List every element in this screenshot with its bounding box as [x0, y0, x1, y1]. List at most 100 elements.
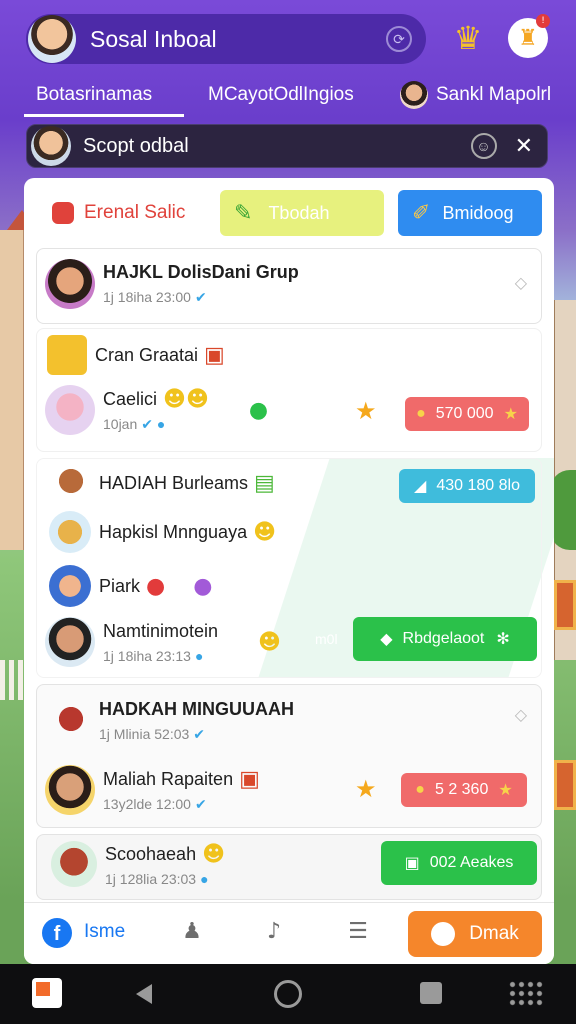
reward-pill[interactable]: ◢ 430 180 8lo — [399, 469, 535, 503]
thread-timestamp: 1j 18iha 23:00 — [103, 289, 191, 305]
thread-card[interactable]: HADKAH MINGUUAAH 1j Mlinia 52:03 ✔ ◇ Mali… — [36, 684, 542, 828]
app-shortcut-icon[interactable] — [32, 978, 62, 1008]
thread-name: Maliah Rapaiten — [103, 769, 234, 789]
crown-icon[interactable]: ♛ — [448, 18, 488, 58]
avatar — [45, 259, 95, 309]
chat-icon — [431, 922, 456, 946]
emoji-icon[interactable]: ☺ — [470, 133, 497, 159]
fence — [0, 660, 24, 700]
tab-profile[interactable]: Sankl Mapolrl — [400, 76, 551, 114]
action-row: Erenal Salic ✎ Tbodah ✐ Bmidoog — [24, 190, 554, 238]
avatar — [51, 841, 97, 887]
reward-pill[interactable]: ● 5 2 360 ★ — [401, 773, 527, 807]
verified-icon: ✔ — [194, 796, 207, 812]
reward-pill[interactable]: ◆ Rbdgelaoot ✻ — [353, 617, 537, 661]
coin-icon: ● — [416, 405, 426, 422]
grid-menu-icon[interactable] — [508, 980, 544, 1008]
thread-name: Piark — [99, 575, 141, 596]
reward-value: 002 Aeakes — [429, 854, 514, 871]
reward-pill[interactable]: ▣ 002 Aeakes — [381, 841, 537, 885]
notification-badge: ! — [536, 14, 550, 28]
sync-icon[interactable]: ⟳ — [386, 26, 412, 52]
thread-timestamp: 1j 128lia 23:03 — [105, 870, 197, 887]
facebook-icon[interactable]: f — [42, 918, 72, 948]
blue-action-button[interactable]: ✐ Bmidoog — [398, 190, 542, 236]
active-tab-indicator — [24, 114, 184, 117]
coin-icon: ● — [415, 781, 425, 798]
search-avatar — [31, 126, 71, 166]
badge-icon: ● — [193, 573, 213, 599]
star-icon: ★ — [503, 406, 518, 423]
verified-icon: ✔ — [193, 726, 206, 742]
people-icon[interactable]: ♟ — [178, 919, 206, 947]
filter-label[interactable]: Erenal Salic — [52, 202, 185, 224]
avatar — [49, 565, 91, 607]
verified-icon: ✔ ● — [141, 416, 166, 432]
thread-card[interactable]: Cran Graatai ▣ Caelici ☻☻ 10jan ✔ ● ● ★ ● … — [36, 328, 542, 452]
tab-secondary[interactable]: MCayotOdlIngios — [208, 76, 354, 114]
notification-button[interactable]: ♜ ! — [508, 14, 550, 58]
diamond-icon[interactable]: ◇ — [515, 705, 527, 725]
gift-icon: ▣ — [404, 855, 420, 872]
angry-icon: ● — [146, 573, 166, 599]
thread-row: Namtinimotein 1j 18iha 23:13 ● ☻ — [45, 617, 281, 667]
bell-icon: ♜ — [518, 25, 538, 51]
thread-row: Hapkisl Mnnguaya ☻ — [49, 511, 276, 553]
ticket-icon: ◢ — [414, 478, 427, 495]
cta-label: Dmak — [469, 923, 519, 944]
badge-icon: ● — [248, 397, 269, 423]
yellow-action-label: Tbodah — [268, 202, 330, 223]
user-avatar[interactable] — [28, 15, 76, 63]
thread-row: HADIAH Burleams ▤ — [51, 463, 275, 503]
reward-pill[interactable]: ● 570 000 ★ — [405, 397, 529, 431]
search-input[interactable] — [83, 134, 471, 158]
thread-row: HADKAH MINGUUAAH 1j Mlinia 52:03 ✔ — [51, 699, 294, 743]
avatar — [45, 617, 95, 667]
thread-name: HADKAH MINGUUAAH — [99, 699, 294, 719]
filter-label-text: Erenal Salic — [84, 202, 186, 223]
thread-name: Caelici — [103, 389, 158, 409]
thread-row: Maliah Rapaiten ▣ 13y2lde 12:00 ✔ — [45, 765, 260, 815]
chest-icon: ▣ — [204, 342, 225, 368]
back-icon[interactable] — [136, 984, 152, 1004]
thread-timestamp: 1j 18iha 23:13 — [103, 647, 191, 664]
smile-icon: ☻ — [202, 841, 226, 867]
thread-name: HADIAH Burleams — [99, 472, 249, 493]
tag-icon: ◆ — [380, 631, 393, 648]
thread-card[interactable]: HAJKL DolisDani Grup 1j 18iha 23:00 ✔ ◇ — [36, 248, 542, 324]
thread-card[interactable]: HADIAH Burleams ▤ ◢ 430 180 8lo Hapkisl … — [36, 458, 542, 678]
home-icon[interactable] — [274, 980, 302, 1008]
avatar — [45, 385, 95, 435]
diamond-icon[interactable]: ◇ — [515, 273, 527, 293]
system-nav-bar — [0, 964, 576, 1024]
cta-button[interactable]: Dmak — [408, 911, 542, 957]
tab-profile-avatar — [400, 81, 428, 109]
blue-action-label: Bmidoog — [442, 202, 514, 223]
star-icon: ★ — [355, 775, 377, 803]
pen-icon: ✐ — [412, 200, 431, 225]
avatar — [51, 701, 91, 741]
bell-icon[interactable]: ♪ — [260, 919, 288, 947]
top-bar: Sosal Inboal ⟳ — [26, 14, 426, 64]
avatar — [51, 463, 91, 503]
thread-row: HAJKL DolisDani Grup 1j 18iha 23:00 ✔ — [45, 259, 299, 309]
close-icon[interactable]: ✕ — [515, 133, 533, 159]
thread-card[interactable]: Scoohaeah ☻ 1j 128lia 23:03 ● ▣ 002 Aeakes — [36, 834, 542, 900]
nav-home-label[interactable]: Isme — [84, 921, 125, 943]
tab-primary[interactable]: Botasrinamas — [36, 76, 152, 114]
verified-icon: ● — [194, 647, 204, 664]
app-title: Sosal Inboal — [90, 25, 217, 52]
chest-icon: ▣ — [239, 767, 260, 792]
thread-name: Scoohaeah — [105, 843, 197, 864]
search-bar: ☺ ✕ — [26, 124, 548, 168]
menu-icon[interactable]: ☰ — [344, 919, 372, 947]
smile-icon: ☻ — [253, 519, 277, 545]
thread-row: Scoohaeah ☻ 1j 128lia 23:03 ● — [51, 841, 225, 887]
avatar — [49, 511, 91, 553]
bottom-nav: f Isme ♟ ♪ ☰ Dmak — [24, 902, 554, 964]
pencil-icon: ✎ — [234, 200, 253, 225]
thread-name: Cran Graatai — [95, 344, 199, 365]
star-icon: ★ — [498, 782, 513, 799]
recents-icon[interactable] — [420, 982, 442, 1004]
yellow-action-button[interactable]: ✎ Tbodah — [220, 190, 384, 236]
